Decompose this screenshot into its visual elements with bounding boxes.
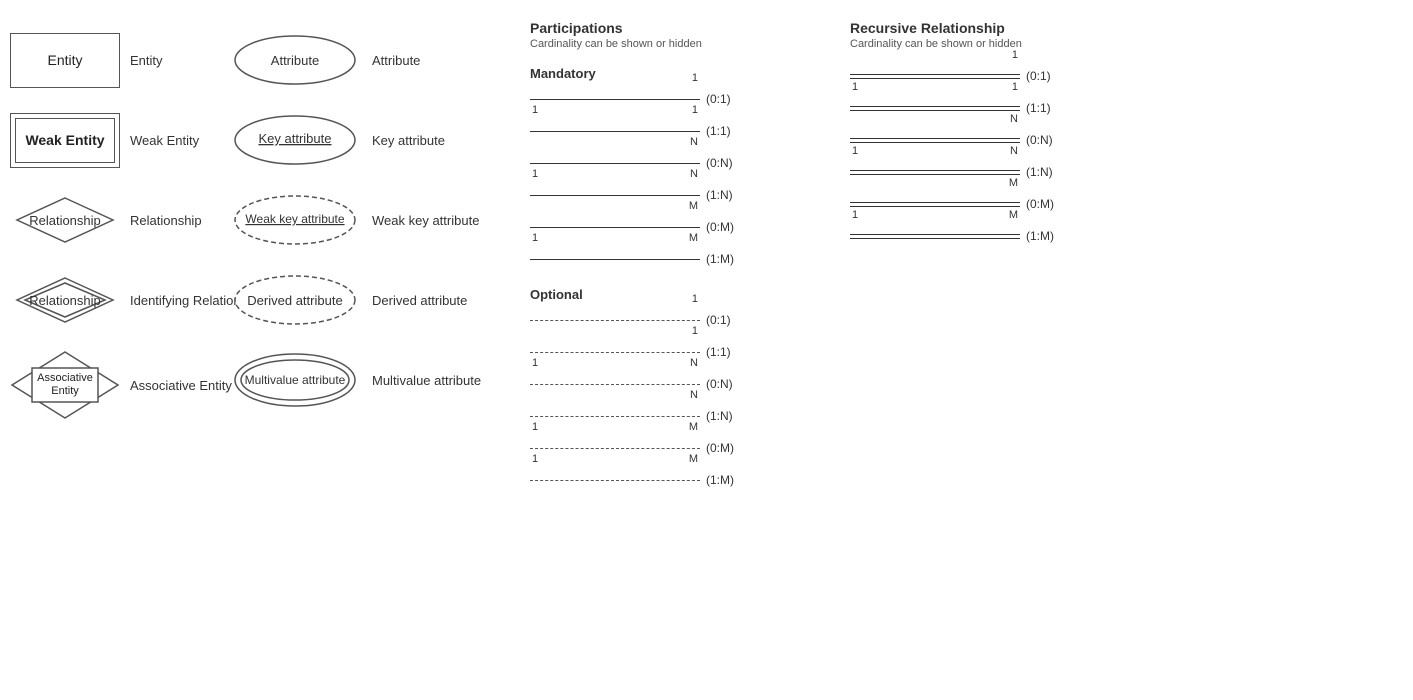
identifying-relationship-row: Relationship Identifying Relationship xyxy=(10,260,210,340)
participation-optional-01: 1 (0:1) xyxy=(530,306,810,334)
recursive-line-1m: 1 M xyxy=(850,222,1020,250)
recursive-1n: 1 N (1:N) xyxy=(850,158,1090,186)
attribute-text-label: Attribute xyxy=(372,53,472,68)
weak-key-attribute-text-label: Weak key attribute xyxy=(372,213,479,228)
participations-subtitle: Cardinality can be shown or hidden xyxy=(530,38,810,50)
recursive-subtitle: Cardinality can be shown or hidden xyxy=(850,38,1090,50)
participation-mandatory-0n: N (0:N) xyxy=(530,149,810,177)
svg-text:Key attribute: Key attribute xyxy=(259,131,332,146)
weak-key-attribute-row: Weak key attribute Weak key attribute xyxy=(230,180,500,260)
entity-text-label: Entity xyxy=(130,53,210,68)
derived-attribute-text-label: Derived attribute xyxy=(372,293,472,308)
recursive-line-0n: N xyxy=(850,126,1020,154)
participation-optional-1m: 1 M (1:M) xyxy=(530,466,810,494)
participation-mandatory-0m: M (0:M) xyxy=(530,213,810,241)
derived-attribute-shape[interactable]: Derived attribute xyxy=(230,273,360,328)
line-area-m01: 1 xyxy=(530,85,700,113)
entity-row: Entity Entity xyxy=(10,20,210,100)
line-area-o01: 1 xyxy=(530,306,700,334)
recursive-line-11: 1 1 xyxy=(850,94,1020,122)
relationship-text-label: Relationship xyxy=(130,213,210,228)
line-area-o11: 1 xyxy=(530,338,700,366)
participation-mandatory-11: 1 1 (1:1) xyxy=(530,117,810,145)
derived-attribute-row: Derived attribute Derived attribute xyxy=(230,260,500,340)
key-attribute-row: Key attribute Key attribute xyxy=(230,100,500,180)
associative-entity-text-label: Associative Entity xyxy=(130,378,210,393)
svg-text:Multivalue attribute: Multivalue attribute xyxy=(245,373,346,387)
line-area-o0m: 1 M xyxy=(530,434,700,462)
entity-shape[interactable]: Entity xyxy=(10,33,120,88)
line-area-m1n: 1 N xyxy=(530,181,700,209)
relationship-shape[interactable]: Relationship xyxy=(10,193,120,248)
participations-panel: Participations Cardinality can be shown … xyxy=(500,20,810,498)
line-area-o1m: 1 M xyxy=(530,466,700,494)
line-area-m0n: N xyxy=(530,149,700,177)
participation-optional-0n: 1 N (0:N) xyxy=(530,370,810,398)
relationship-row: Relationship Relationship xyxy=(10,180,210,260)
shapes-panel: Entity Entity Weak Entity Weak Entity Re… xyxy=(10,20,210,498)
participation-mandatory-01: 1 (0:1) xyxy=(530,85,810,113)
weak-entity-shape[interactable]: Weak Entity xyxy=(10,113,120,168)
svg-text:Derived attribute: Derived attribute xyxy=(247,293,342,308)
line-area-o0n: 1 N xyxy=(530,370,700,398)
associative-entity-row: AssociativeEntity Associative Entity xyxy=(10,340,210,430)
attribute-row: Attribute Attribute xyxy=(230,20,500,100)
recursive-line-0m: M xyxy=(850,190,1020,218)
participation-optional-0m: 1 M (0:M) xyxy=(530,434,810,462)
attributes-panel: Attribute Attribute Key attribute Key at… xyxy=(210,20,500,498)
associative-entity-shape-label: AssociativeEntity xyxy=(37,372,93,398)
weak-entity-row: Weak Entity Weak Entity xyxy=(10,100,210,180)
participation-optional-1n: N (1:N) xyxy=(530,402,810,430)
optional-section-title: Optional xyxy=(530,287,810,302)
identifying-relationship-shape[interactable]: Relationship xyxy=(10,273,120,328)
entity-shape-label: Entity xyxy=(47,52,82,68)
identifying-relationship-shape-label: Relationship xyxy=(29,293,101,308)
multivalue-attribute-shape[interactable]: Multivalue attribute xyxy=(230,353,360,408)
recursive-11: 1 1 (1:1) xyxy=(850,94,1090,122)
line-area-m11: 1 1 xyxy=(530,117,700,145)
key-attribute-text-label: Key attribute xyxy=(372,133,472,148)
attribute-shape[interactable]: Attribute xyxy=(230,33,360,88)
multivalue-attribute-row: Multivalue attribute Multivalue attribut… xyxy=(230,340,500,420)
participation-optional-11: 1 (1:1) xyxy=(530,338,810,366)
line-area-m0m: M xyxy=(530,213,700,241)
recursive-0m: M (0:M) xyxy=(850,190,1090,218)
multivalue-attribute-text-label: Multivalue attribute xyxy=(372,373,481,388)
recursive-0n: N (0:N) xyxy=(850,126,1090,154)
associative-entity-shape[interactable]: AssociativeEntity xyxy=(10,350,120,420)
participation-mandatory-1n: 1 N (1:N) xyxy=(530,181,810,209)
recursive-01: 1 (0:1) xyxy=(850,62,1090,90)
recursive-panel: Recursive Relationship Cardinality can b… xyxy=(810,20,1090,498)
identifying-relationship-text-label: Identifying Relationship xyxy=(130,293,210,308)
relationship-shape-label: Relationship xyxy=(29,213,101,228)
line-area-o1n: N xyxy=(530,402,700,430)
participations-title: Participations xyxy=(530,20,810,36)
weak-key-attribute-shape[interactable]: Weak key attribute xyxy=(230,193,360,248)
weak-entity-shape-label: Weak Entity xyxy=(25,132,104,148)
key-attribute-shape[interactable]: Key attribute xyxy=(230,113,360,168)
recursive-line-01: 1 xyxy=(850,62,1020,90)
weak-entity-text-label: Weak Entity xyxy=(130,133,210,148)
mandatory-section-title: Mandatory xyxy=(530,66,810,81)
participation-mandatory-1m: 1 M (1:M) xyxy=(530,245,810,273)
recursive-title: Recursive Relationship xyxy=(850,20,1090,36)
recursive-1m: 1 M (1:M) xyxy=(850,222,1090,250)
svg-text:Weak key attribute: Weak key attribute xyxy=(245,212,344,226)
recursive-line-1n: 1 N xyxy=(850,158,1020,186)
line-area-m1m: 1 M xyxy=(530,245,700,273)
svg-text:Attribute: Attribute xyxy=(271,53,319,68)
